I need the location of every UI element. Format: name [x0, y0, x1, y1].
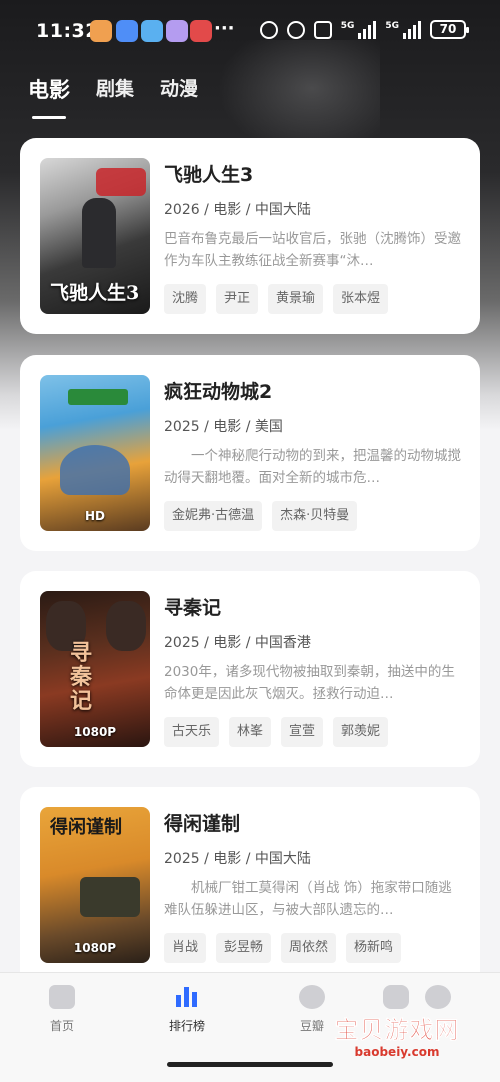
- cast-tag[interactable]: 杨新鸣: [346, 933, 402, 963]
- cast-tag[interactable]: 尹正: [216, 284, 259, 314]
- movie-poster: 寻秦记 1080P: [40, 591, 150, 747]
- cast-tag[interactable]: 金妮弗·古德温: [164, 501, 263, 531]
- movie-meta: 2025 / 电影 / 中国大陆: [164, 851, 311, 867]
- cast-tag[interactable]: 郭羡妮: [333, 717, 389, 747]
- cast-tag[interactable]: 宣萱: [281, 717, 324, 747]
- home-indicator: [167, 1062, 333, 1067]
- category-tabs: 电影 剧集 动漫: [28, 74, 198, 119]
- movie-title: 飞驰人生3: [164, 164, 254, 186]
- cast-tag[interactable]: 杰森·贝特曼: [272, 501, 358, 531]
- quality-badge: HD: [84, 509, 105, 523]
- movie-title: 寻秦记: [164, 597, 222, 619]
- cast-tag[interactable]: 沈腾: [164, 284, 207, 314]
- movie-poster: 飞驰人生3: [40, 158, 150, 314]
- cast-tag[interactable]: 彭昱畅: [216, 933, 272, 963]
- movie-title: 得闲谨制: [164, 813, 241, 835]
- cast-tag[interactable]: 古天乐: [164, 717, 220, 747]
- movie-meta: 2025 / 电影 / 中国香港: [164, 635, 311, 651]
- cast-tags: 肖战 彭昱畅 周依然 杨新鸣: [164, 933, 402, 963]
- profile-icon: [425, 985, 451, 1009]
- movie-card[interactable]: 得闲谨制 1080P 得闲谨制 2025 / 电影 / 中国大陆 机械厂钳工莫得…: [20, 787, 480, 987]
- status-bar: 11:32 ··· 5G 5G 70: [0, 0, 500, 62]
- poster-title: 寻秦记: [70, 640, 93, 714]
- poster-title: 飞驰人生3: [50, 282, 140, 304]
- cast-tags: 金妮弗·古德温 杰森·贝特曼: [164, 501, 358, 531]
- movie-description: 巴音布鲁克最后一站收官后，张驰（沈腾饰）受邀作为车队主教练征战全新赛事“沐…: [164, 231, 461, 269]
- movie-poster: 得闲谨制 1080P: [40, 807, 150, 963]
- weather-notification-icon: [141, 20, 163, 42]
- watermark-title: 宝贝游戏网: [334, 1016, 460, 1045]
- movie-title: 疯狂动物城2: [164, 381, 273, 403]
- quality-badge: 1080P: [73, 941, 117, 955]
- home-icon: [49, 985, 75, 1009]
- watermark-logo: 宝贝游戏网 baobeiy.com: [322, 1010, 472, 1059]
- cast-tag[interactable]: 张本煜: [333, 284, 389, 314]
- cast-tag[interactable]: 肖战: [164, 933, 207, 963]
- cast-tags: 沈腾 尹正 黄景瑜 张本煜: [164, 284, 389, 314]
- quality-badge: 1080P: [73, 725, 117, 739]
- ranking-icon: [174, 985, 200, 1009]
- cast-tags: 古天乐 林峯 宣萱 郭羡妮: [164, 717, 389, 747]
- game-notification-icon: [166, 20, 188, 42]
- bank-notification-icon: [190, 20, 212, 42]
- message-notification-icon: [116, 20, 138, 42]
- movie-card[interactable]: 飞驰人生3 飞驰人生3 2026 / 电影 / 中国大陆 巴音布鲁克最后一站收官…: [20, 138, 480, 334]
- movie-card[interactable]: HD 疯狂动物城2 2025 / 电影 / 美国 一个神秘爬行动物的到来，把温馨…: [20, 355, 480, 551]
- tab-series[interactable]: 剧集: [96, 74, 134, 104]
- movie-description: 一个神秘爬行动物的到来，把温馨的动物城搅动得天翻地覆。面对全新的城市危…: [164, 448, 461, 486]
- more-notifications-icon: ···: [214, 18, 235, 39]
- nav-douban-label: 豆瓣: [299, 1019, 324, 1033]
- nav-ranking[interactable]: 排行榜: [147, 985, 227, 1034]
- nav-home-label: 首页: [49, 1019, 74, 1033]
- nav-home[interactable]: 首页: [22, 985, 102, 1034]
- battery-icon: 70: [430, 20, 469, 39]
- mute-icon: [313, 20, 332, 39]
- signal-icon-2: 5G: [385, 20, 421, 39]
- movie-description: 2030年，诸多现代物被抽取到秦朝，抽送中的生命体更是因此灰飞烟灭。拯救行动迫…: [164, 664, 455, 702]
- tab-movie[interactable]: 电影: [28, 74, 70, 119]
- data-saver-icon: [259, 20, 278, 39]
- planet-icon: [299, 985, 325, 1009]
- cast-tag[interactable]: 周依然: [281, 933, 337, 963]
- cast-tag[interactable]: 黄景瑜: [268, 284, 324, 314]
- movie-description: 机械厂钳工莫得闲（肖战 饰）拖家带口随逃难队伍躲进山区，与被大部队遗忘的…: [164, 880, 452, 918]
- movie-meta: 2026 / 电影 / 中国大陆: [164, 202, 311, 218]
- poster-title: 得闲谨制: [50, 817, 122, 838]
- movie-meta: 2025 / 电影 / 美国: [164, 419, 283, 435]
- movie-poster: HD: [40, 375, 150, 531]
- alarm-icon: [286, 20, 305, 39]
- app-notification-icon: [90, 20, 112, 42]
- signal-icon-1: 5G: [341, 20, 377, 39]
- cast-tag[interactable]: 林峯: [229, 717, 272, 747]
- nav-ranking-label: 排行榜: [168, 1019, 205, 1033]
- tab-anime[interactable]: 动漫: [160, 74, 198, 104]
- movie-card[interactable]: 寻秦记 1080P 寻秦记 2025 / 电影 / 中国香港 2030年，诸多现…: [20, 571, 480, 767]
- watermark-url: baobeiy.com: [354, 1045, 440, 1059]
